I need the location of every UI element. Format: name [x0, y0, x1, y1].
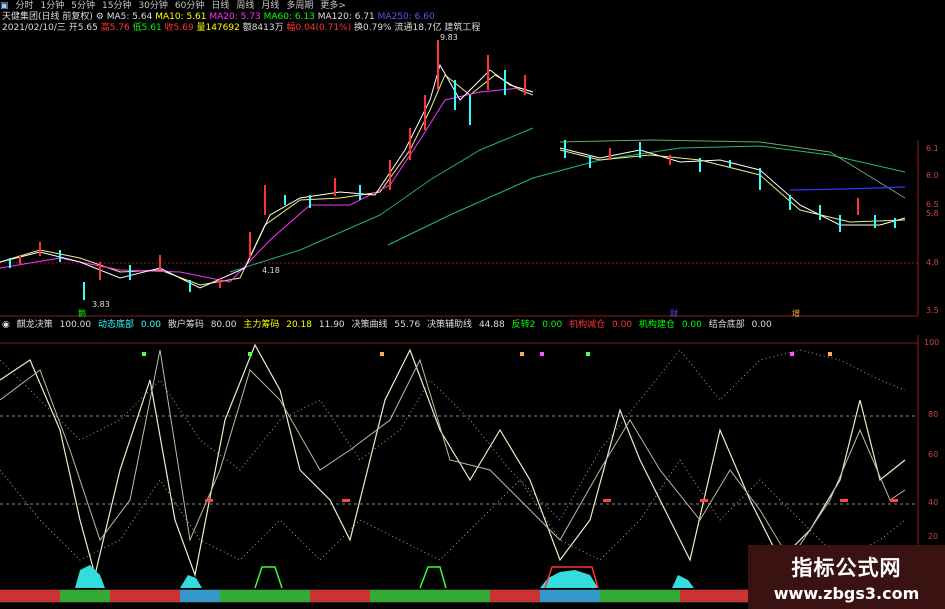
axis-label: 80 [928, 410, 939, 419]
decision-value: 55.76 [394, 320, 421, 330]
main-chip-value: 20.18 [286, 320, 312, 330]
dotted-line-pink [0, 349, 906, 521]
indicator-value-2: 11.90 [318, 320, 345, 330]
signal-dots [205, 499, 898, 502]
signal-area [672, 575, 694, 588]
axis-label: 6.5 [926, 200, 939, 209]
ma20-line [0, 87, 534, 283]
watermark-url: www.zbgs3.com [773, 584, 920, 603]
decision-label: 决策曲线 [351, 320, 388, 330]
event-marker-mid[interactable]: 财 [670, 308, 678, 319]
indicator-value-1: 100.00 [59, 320, 92, 330]
axis-label: 6.1 [926, 144, 939, 153]
ma60-line [229, 127, 534, 273]
indicator-header: ◉ 麒龙决策 100.00 动态底部 0.00 散户筹码 80.00 主力筹码 … [2, 320, 776, 331]
indicator-name[interactable]: 麒龙决策 [17, 320, 53, 330]
scatter-label: 散户筹码 [167, 320, 204, 330]
decision-aux-line [0, 349, 906, 561]
ma120-line [387, 145, 906, 246]
decision-curve [0, 343, 906, 578]
signal-box [254, 566, 283, 589]
inst-add-label: 机构建仓 [638, 320, 675, 330]
aux-value: 44.88 [478, 320, 505, 330]
axis-label: 20 [928, 532, 939, 541]
axis-label: 3.5 [926, 306, 939, 315]
reversal-value: 0.00 [542, 320, 563, 330]
price-mid-label: 4.18 [262, 266, 280, 275]
ma5-line-right [559, 147, 906, 226]
dyn-low-label: 动态底部 [98, 320, 135, 330]
axis-label: 100 [924, 338, 940, 347]
inst-add-value: 0.00 [681, 320, 702, 330]
price-low-label: 3.83 [92, 300, 110, 309]
watermark-title: 指标公式网 [791, 556, 902, 580]
site-watermark: 指标公式网 www.zbgs3.com [748, 545, 945, 609]
ma10-line [0, 74, 534, 286]
chart-canvas[interactable] [0, 0, 945, 609]
reversal-label: 反转2 [511, 320, 536, 330]
inst-reduce-label: 机构减仓 [569, 320, 606, 330]
candles-right [564, 140, 896, 232]
axis-label: 40 [928, 498, 939, 507]
signal-area [180, 575, 202, 588]
event-marker-right[interactable]: 增 [792, 308, 800, 319]
axis-label: 60 [928, 450, 939, 459]
signal-area [75, 565, 105, 588]
top-dots [142, 352, 832, 356]
axis-label: 6.0 [926, 171, 939, 180]
combo-low-label: 结合底部 [708, 320, 745, 330]
event-marker-left[interactable]: 鹅 [78, 308, 86, 319]
dyn-low-value: 0.00 [140, 320, 161, 330]
axis-label: 5.8 [926, 209, 939, 218]
axis-label: 4.8 [926, 258, 939, 267]
main-chip-label: 主力筹码 [243, 320, 280, 330]
aux-label: 决策辅助线 [427, 320, 473, 330]
indicator-icon[interactable]: ◉ [2, 320, 10, 330]
combo-low-value: 0.00 [751, 320, 772, 330]
inst-reduce-value: 0.00 [612, 320, 633, 330]
ma250-line [789, 186, 906, 191]
signal-box [419, 566, 447, 589]
scatter-value: 80.00 [210, 320, 237, 330]
ma10-line-right [559, 149, 906, 223]
price-high-label: 9.83 [440, 33, 458, 42]
